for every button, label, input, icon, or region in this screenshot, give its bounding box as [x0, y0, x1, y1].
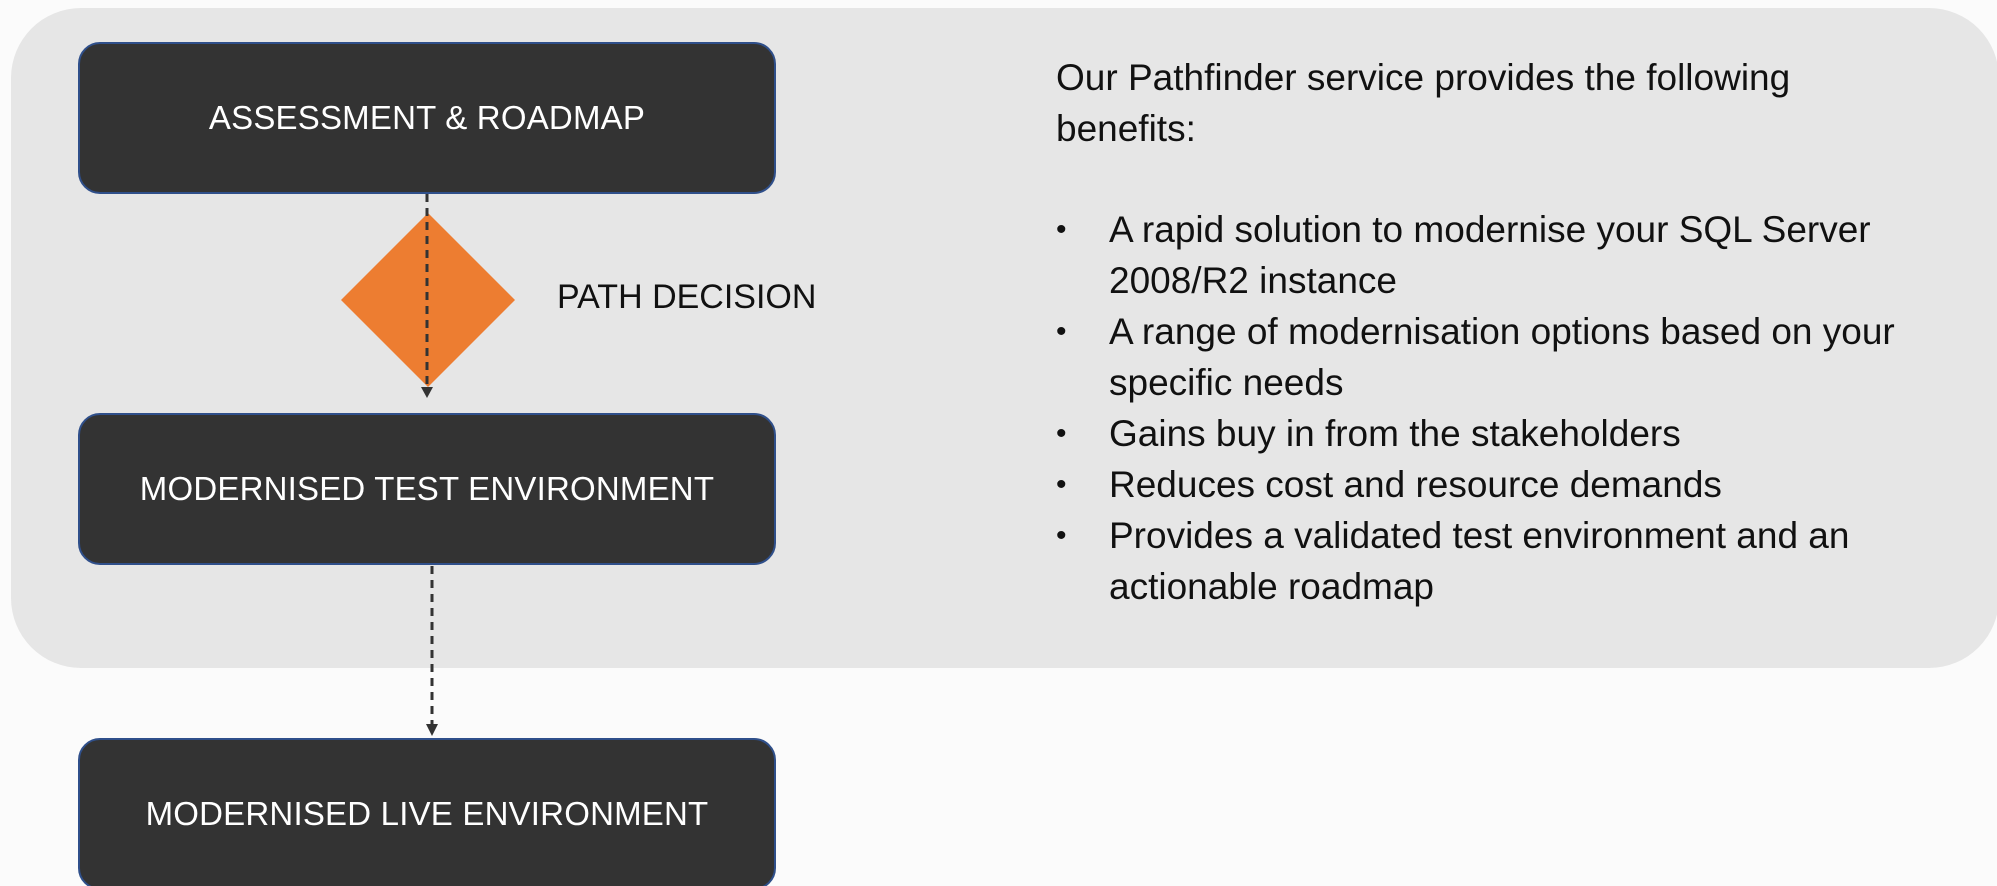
- step-modernised-test-environment: MODERNISED TEST ENVIRONMENT: [78, 413, 776, 565]
- benefit-item: • A range of modernisation options based…: [1056, 306, 1916, 408]
- bullet-icon: •: [1056, 315, 1067, 348]
- decision-label: PATH DECISION: [557, 278, 817, 316]
- benefit-text: Gains buy in from the stakeholders: [1109, 413, 1681, 454]
- bullet-icon: •: [1056, 468, 1067, 501]
- benefit-text: A rapid solution to modernise your SQL S…: [1109, 209, 1871, 301]
- benefits-intro: Our Pathfinder service provides the foll…: [1056, 57, 1791, 149]
- benefit-item: • Gains buy in from the stakeholders: [1056, 408, 1916, 459]
- benefits-section: Our Pathfinder service provides the foll…: [1056, 52, 1916, 612]
- step-label: ASSESSMENT & ROADMAP: [208, 99, 646, 136]
- benefit-text: A range of modernisation options based o…: [1109, 311, 1895, 403]
- bullet-icon: •: [1056, 417, 1067, 450]
- step-label: MODERNISED TEST ENVIRONMENT: [139, 470, 715, 507]
- step-assessment-roadmap: ASSESSMENT & ROADMAP: [78, 42, 776, 194]
- benefit-text: Reduces cost and resource demands: [1109, 464, 1722, 505]
- benefits-list: • A rapid solution to modernise your SQL…: [1056, 204, 1916, 612]
- step-modernised-live-environment: MODERNISED LIVE ENVIRONMENT: [78, 738, 776, 886]
- step-label: MODERNISED LIVE ENVIRONMENT: [145, 795, 709, 832]
- benefit-item: • Provides a validated test environment …: [1056, 510, 1916, 612]
- benefit-item: • A rapid solution to modernise your SQL…: [1056, 204, 1916, 306]
- bullet-icon: •: [1056, 213, 1067, 246]
- benefit-item: • Reduces cost and resource demands: [1056, 459, 1916, 510]
- bullet-icon: •: [1056, 519, 1067, 552]
- arrowhead-to-test: [421, 387, 433, 398]
- arrowhead-to-live: [426, 724, 438, 736]
- benefit-text: Provides a validated test environment an…: [1109, 515, 1850, 607]
